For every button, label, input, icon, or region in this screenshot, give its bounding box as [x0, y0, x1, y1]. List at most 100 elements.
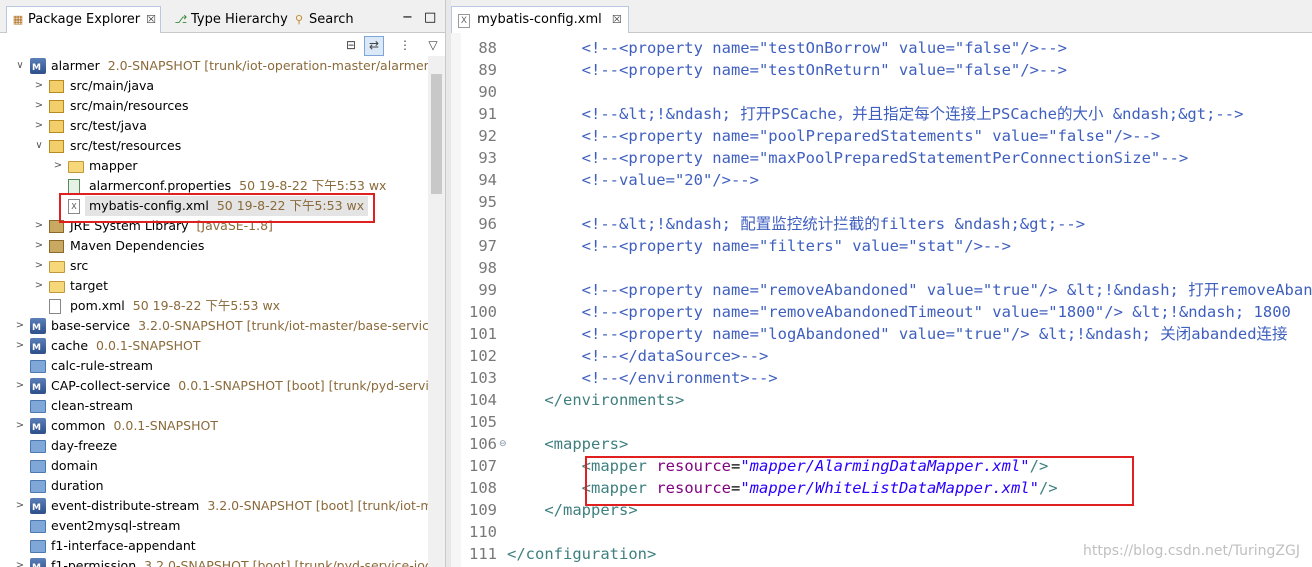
collapse-all-icon[interactable]: ⊟	[343, 37, 359, 53]
chevron-right-icon[interactable]: >	[33, 236, 45, 256]
tab-mybatis-config[interactable]: X mybatis-config.xml ☒	[451, 6, 629, 33]
library-icon	[49, 240, 64, 253]
line-number: 97	[478, 237, 497, 255]
tree-item-label: cache	[51, 338, 89, 353]
chevron-right-icon[interactable]: >	[33, 76, 45, 96]
chevron-right-icon[interactable]: >	[33, 96, 45, 116]
chevron-down-icon[interactable]: ∨	[33, 136, 45, 156]
tree-item-label: src/main/java	[70, 78, 155, 93]
code-line: <!--<property name="testOnBorrow" value=…	[507, 37, 1067, 59]
tree-item[interactable]: > cache 0.0.1-SNAPSHOT	[0, 336, 428, 358]
tree-item-decoration: [JavaSE-1.8]	[196, 218, 273, 233]
tree-item[interactable]: > src/main/java	[0, 76, 428, 96]
code-token: <!--<property name="removeAbandoned" val…	[581, 281, 1312, 299]
chevron-right-icon[interactable]: >	[33, 116, 45, 136]
tree-item[interactable]: > common 0.0.1-SNAPSHOT	[0, 416, 428, 438]
tree-item[interactable]: alarmerconf.properties 50 19-8-22 下午5:53 …	[0, 176, 428, 196]
tree-item[interactable]: > src/main/resources	[0, 96, 428, 116]
tree-item[interactable]: > mapper	[0, 156, 428, 176]
project-folder-icon	[30, 540, 46, 553]
tree-item[interactable]: > src	[0, 256, 428, 276]
tree-item[interactable]: > JRE System Library [JavaSE-1.8]	[0, 216, 428, 236]
tree-item[interactable]: > event-distribute-stream 3.2.0-SNAPSHOT […	[0, 496, 445, 518]
chevron-right-icon[interactable]: >	[14, 376, 26, 396]
library-icon	[49, 220, 64, 233]
chevron-right-icon[interactable]: >	[14, 556, 26, 567]
tree-item[interactable]: > CAP-collect-service 0.0.1-SNAPSHOT [boot…	[0, 376, 445, 398]
code-token: <!--&lt;!&ndash; 配置监控统计拦截的filters &ndash…	[581, 215, 1086, 233]
line-number: 99	[478, 281, 497, 299]
chevron-right-icon[interactable]: >	[14, 416, 26, 436]
maximize-button[interactable]: □	[420, 6, 440, 30]
tab-search[interactable]: ⚲ Search	[288, 8, 358, 32]
tree-item[interactable]: pom.xml 50 19-8-22 下午5:53 wx	[0, 296, 428, 316]
minimize-button[interactable]: −	[398, 6, 417, 30]
code-line: <!--<property name="testOnReturn" value=…	[507, 59, 1067, 81]
tree-item-decoration: 0.0.1-SNAPSHOT	[96, 338, 201, 353]
tree-item[interactable]: ∨ alarmer 2.0-SNAPSHOT [trunk/iot-operatio…	[0, 56, 434, 78]
tree-item-label: f1-permission	[51, 558, 137, 567]
code-token: </environments>	[544, 391, 685, 409]
code-token: <!--&lt;!&ndash; 打开PSCache，并且指定每个连接上PSCa…	[581, 105, 1244, 123]
chevron-right-icon[interactable]: >	[52, 156, 64, 176]
tree-item[interactable]: f1-interface-appendant	[0, 536, 428, 556]
tree-item[interactable]: ∨ src/test/resources	[0, 136, 428, 156]
code-token: <!--</dataSource>-->	[581, 347, 769, 365]
code-line: <mapper resource="mapper/WhiteListDataMa…	[507, 477, 1058, 499]
code-token: <!--<property name="filters" value="stat…	[581, 237, 1011, 255]
tab-package-explorer[interactable]: ▦ Package Explorer ☒	[6, 6, 162, 33]
code-token: <mappers>	[544, 435, 629, 453]
chevron-right-icon[interactable]: >	[14, 336, 26, 356]
tree-item[interactable]: duration	[0, 476, 428, 496]
chevron-right-icon[interactable]: >	[33, 216, 45, 236]
code-area[interactable]: <!--<property name="testOnBorrow" value=…	[507, 33, 1312, 567]
tree-item[interactable]: domain	[0, 456, 428, 476]
link-with-editor-icon[interactable]: ⇄	[364, 36, 384, 56]
view-menu-icon[interactable]: ▽	[425, 37, 441, 53]
line-number: 103	[469, 369, 497, 387]
project-folder-icon	[30, 460, 46, 473]
tree-item[interactable]: > Maven Dependencies	[0, 236, 428, 256]
fold-toggle-icon[interactable]: ⊖	[499, 433, 507, 455]
tree-item-label: duration	[51, 478, 104, 493]
tree-item[interactable]: Xmybatis-config.xml 50 19-8-22 下午5:53 wx	[0, 196, 428, 216]
tree-item[interactable]: > target	[0, 276, 428, 296]
tree-item[interactable]: clean-stream	[0, 396, 428, 416]
code-token: </configuration>	[507, 545, 657, 563]
line-number: 111	[469, 545, 497, 563]
code-line: <mapper resource="mapper/AlarmingDataMap…	[507, 455, 1049, 477]
filters-icon[interactable]: ⋮	[397, 37, 413, 53]
tab-type-hierarchy[interactable]: ⎇ Type Hierarchy	[170, 8, 292, 32]
tree-item[interactable]: > base-service 3.2.0-SNAPSHOT [trunk/iot-m…	[0, 316, 442, 338]
code-line: <!--</dataSource>-->	[507, 345, 769, 367]
code-token: resource	[656, 479, 731, 497]
code-line: <!--<property name="maxPoolPreparedState…	[507, 147, 1189, 169]
code-token: "mapper/WhiteListDataMapper.xml"	[740, 479, 1039, 497]
close-icon[interactable]: ☒	[146, 13, 156, 26]
chevron-right-icon[interactable]: >	[14, 316, 26, 336]
chevron-right-icon[interactable]: >	[33, 276, 45, 296]
chevron-right-icon[interactable]: >	[14, 496, 26, 516]
tree-item[interactable]: event2mysql-stream	[0, 516, 428, 536]
line-number: 89	[478, 61, 497, 79]
tree-item[interactable]: day-freeze	[0, 436, 428, 456]
code-token: </mappers>	[544, 501, 638, 519]
tree-item-label: alarmerconf.properties	[89, 178, 232, 193]
code-line: <!--</environment>-->	[507, 367, 778, 389]
vertical-scrollbar[interactable]	[428, 56, 445, 567]
chevron-down-icon[interactable]: ∨	[14, 56, 26, 76]
line-number: 88	[478, 39, 497, 57]
scrollbar-thumb[interactable]	[431, 74, 442, 194]
tree-item[interactable]: > f1-permission 3.2.0-SNAPSHOT [boot] [tru…	[0, 556, 445, 567]
tree-item-label: base-service	[51, 318, 131, 333]
tree-item-label: mybatis-config.xml	[89, 198, 209, 213]
close-icon[interactable]: ☒	[612, 13, 622, 26]
folder-icon	[49, 281, 65, 293]
tree-item[interactable]: calc-rule-stream	[0, 356, 428, 376]
code-token: <!--<property name="maxPoolPreparedState…	[581, 149, 1189, 167]
chevron-right-icon[interactable]: >	[33, 256, 45, 276]
tree-item[interactable]: > src/test/java	[0, 116, 428, 136]
